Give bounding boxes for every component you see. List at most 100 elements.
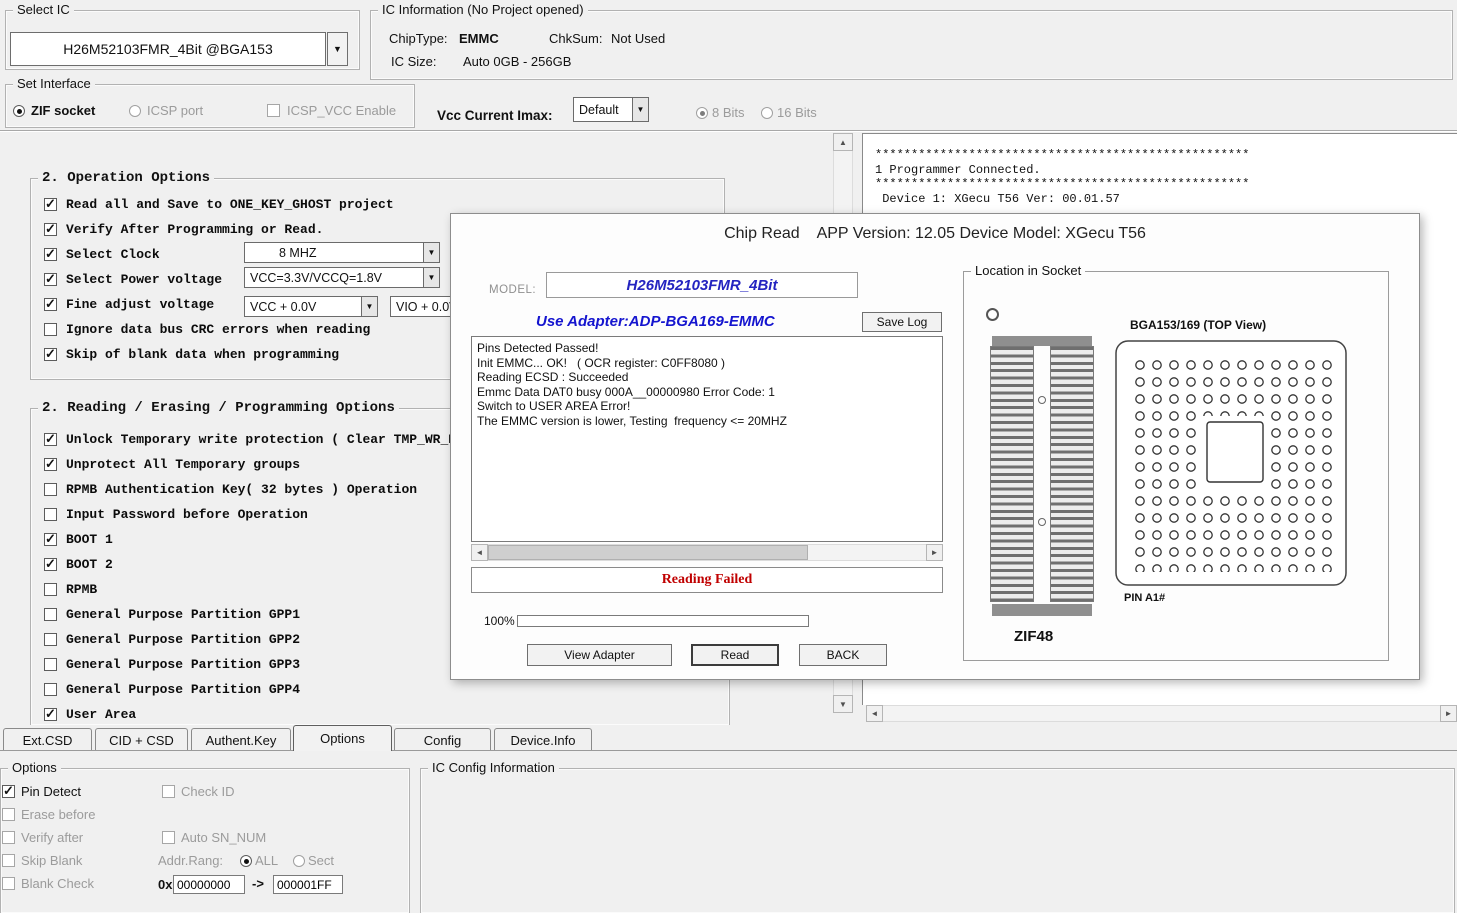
rpmb-auth-key-checkbox[interactable] [44,483,57,496]
zif-screw-hole-icon [1038,518,1046,526]
vcc-adjust-value: VCC + 0.0V [250,300,316,314]
ignore-crc-checkbox[interactable] [44,323,57,336]
bottom-options-title: Options [8,760,61,776]
scroll-right-icon[interactable]: ► [1440,705,1457,722]
unlock-tmp-wp-label: Unlock Temporary write protection ( Clea… [66,432,495,447]
scroll-up-icon[interactable]: ▲ [833,133,853,151]
addr-all-label: ALL [255,853,278,868]
bits-8-radio[interactable] [696,107,708,119]
scroll-down-icon[interactable]: ▼ [833,695,853,713]
zif-socket-label: ZIF socket [31,103,95,118]
clock-combobox[interactable]: 8 MHZ ▼ [244,242,440,263]
read-button[interactable]: Read [691,644,779,666]
hex-prefix-label: 0x [158,877,172,892]
dialog-title: Chip Read APP Version: 12.05 Device Mode… [451,225,1419,243]
skip-blank-checkbox[interactable] [2,854,15,867]
bga-diagram [1115,340,1347,586]
tab-authent-key[interactable]: Authent.Key [191,728,291,751]
icsp-port-radio[interactable] [129,105,141,117]
back-button[interactable]: BACK [799,644,887,666]
scroll-left-icon[interactable]: ◄ [866,705,883,722]
unprotect-groups-label: Unprotect All Temporary groups [66,457,300,472]
fine-adjust-checkbox[interactable] [44,298,57,311]
icsp-vcc-checkbox[interactable] [267,104,280,117]
chip-type-value: EMMC [459,31,499,46]
gpp1-checkbox[interactable] [44,608,57,621]
tab-label: Authent.Key [206,733,277,748]
scroll-left-icon[interactable]: ◄ [471,544,488,561]
dialog-log-line: Pins Detected Passed! [477,341,937,356]
reading-status-text: Reading Failed [662,572,753,588]
erase-before-checkbox[interactable] [2,808,15,821]
log-horizontal-scrollbar[interactable] [866,705,1457,722]
vcc-current-label: Vcc Current Imax: [437,108,553,123]
tab-label: Options [320,731,365,746]
view-adapter-button[interactable]: View Adapter [527,644,672,666]
input-password-label: Input Password before Operation [66,507,308,522]
gpp4-checkbox[interactable] [44,683,57,696]
auto-sn-checkbox[interactable] [162,831,175,844]
input-password-checkbox[interactable] [44,508,57,521]
tab-label: Device.Info [510,733,575,748]
read-label: Read [721,648,750,662]
read-all-save-checkbox[interactable] [44,198,57,211]
chip-type-label: ChipType: [389,31,448,46]
unprotect-groups-checkbox[interactable] [44,458,57,471]
dialog-log-scrollbar[interactable] [471,544,943,561]
chevron-down-icon[interactable]: ▼ [361,297,377,316]
ic-config-group: IC Config Information [420,768,1455,913]
tab-ext-csd[interactable]: Ext.CSD [3,728,92,751]
tab-cid-csd[interactable]: CID + CSD [95,728,188,751]
addr-from-input[interactable] [173,875,245,894]
user-area-checkbox[interactable] [44,708,57,721]
verify-after-prog-label: Verify after [21,830,83,845]
skip-blank-data-checkbox[interactable] [44,348,57,361]
verify-after-checkbox[interactable] [44,223,57,236]
unlock-tmp-wp-checkbox[interactable] [44,433,57,446]
skip-blank-label: Skip Blank [21,853,82,868]
addr-all-radio[interactable] [240,855,252,867]
boot1-checkbox[interactable] [44,533,57,546]
zif-socket-radio[interactable] [13,105,25,117]
addr-sect-radio[interactable] [293,855,305,867]
save-log-button[interactable]: Save Log [862,312,942,332]
dialog-log-box[interactable]: Pins Detected Passed! Init EMMC... OK! (… [471,336,943,542]
addr-to-input[interactable] [273,875,343,894]
vcc-current-combobox[interactable]: Default ▼ [573,97,649,122]
icsp-vcc-label: ICSP_VCC Enable [287,103,396,118]
ic-info-group-title: IC Information (No Project opened) [378,2,588,18]
chevron-down-icon[interactable]: ▼ [423,243,439,262]
vcc-adjust-combobox[interactable]: VCC + 0.0V ▼ [244,296,378,317]
rw-options-title: 2. Reading / Erasing / Programming Optio… [38,400,399,416]
gpp3-checkbox[interactable] [44,658,57,671]
chevron-down-icon[interactable]: ▼ [423,268,439,287]
boot2-checkbox[interactable] [44,558,57,571]
ignore-crc-label: Ignore data bus CRC errors when reading [66,322,370,337]
rpmb-checkbox[interactable] [44,583,57,596]
power-voltage-combobox[interactable]: VCC=3.3V/VCCQ=1.8V ▼ [244,267,440,288]
pin-detect-checkbox[interactable] [2,785,15,798]
tab-config[interactable]: Config [394,728,491,751]
scrollbar-thumb[interactable] [488,545,808,560]
model-value-box: H26M52103FMR_4Bit [546,272,858,298]
power-voltage-checkbox[interactable] [44,273,57,286]
chevron-down-icon[interactable]: ▼ [632,98,648,121]
location-in-socket-title: Location in Socket [971,263,1085,279]
select-clock-checkbox[interactable] [44,248,57,261]
bits-16-radio[interactable] [761,107,773,119]
tab-device-info[interactable]: Device.Info [494,728,592,751]
select-ic-combobox[interactable]: H26M52103FMR_4Bit @BGA153 [10,32,326,66]
addr-sect-label: Sect [308,853,334,868]
tab-baseline [0,750,1457,751]
chip-read-dialog: Chip Read APP Version: 12.05 Device Mode… [450,213,1420,680]
verify-after-prog-checkbox[interactable] [2,831,15,844]
check-id-checkbox[interactable] [162,785,175,798]
scroll-right-icon[interactable]: ► [926,544,943,561]
dialog-log-line: Switch to USER AREA Error! [477,399,937,414]
blank-check-checkbox[interactable] [2,877,15,890]
select-ic-dropdown-button[interactable]: ▼ [327,32,348,66]
power-voltage-value: VCC=3.3V/VCCQ=1.8V [250,271,382,285]
tab-options[interactable]: Options [293,725,392,751]
bits-8-label: 8 Bits [712,105,745,120]
gpp2-checkbox[interactable] [44,633,57,646]
